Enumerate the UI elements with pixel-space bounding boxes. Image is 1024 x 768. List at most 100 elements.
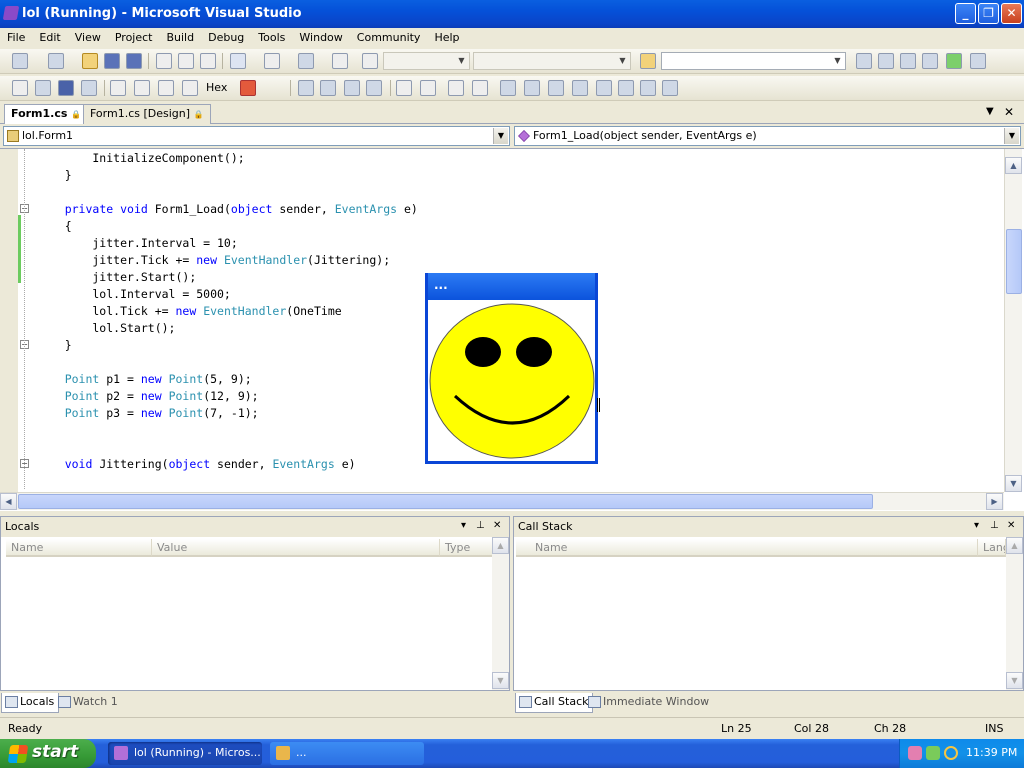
quick-info-icon[interactable] xyxy=(344,80,360,96)
code-line[interactable]: Point p1 = new Point(5, 9); xyxy=(37,371,418,388)
member-combo[interactable]: Form1_Load(object sender, EventArgs e) ▼ xyxy=(514,126,1021,146)
undo-icon[interactable] xyxy=(230,53,246,69)
properties-icon[interactable] xyxy=(878,53,894,69)
tray-network-icon[interactable] xyxy=(926,746,940,760)
code-line[interactable] xyxy=(37,422,418,439)
find-combo[interactable]: ▼ xyxy=(661,52,846,70)
vertical-scroll-thumb[interactable] xyxy=(1006,229,1022,294)
code-line[interactable]: InitializeComponent(); xyxy=(37,150,418,167)
next-bookmark-icon[interactable] xyxy=(548,80,564,96)
scroll-down-icon[interactable]: ▼ xyxy=(1006,672,1023,689)
pane-close-icon[interactable]: ✕ xyxy=(493,520,501,531)
running-form-window[interactable]: ... xyxy=(425,273,598,464)
minimize-button[interactable]: _ xyxy=(955,3,976,24)
restart-icon[interactable] xyxy=(81,80,97,96)
tab-form1-designer[interactable]: Form1.cs [Design] 🔒 xyxy=(83,104,211,124)
find-in-files-icon[interactable] xyxy=(640,53,656,69)
step-into-icon[interactable] xyxy=(134,80,150,96)
object-browser-icon[interactable] xyxy=(900,53,916,69)
solution-platform-combo[interactable]: ▼ xyxy=(473,52,631,70)
editor-vertical-scrollbar[interactable]: ▲ ▼ xyxy=(1004,149,1022,492)
editor-horizontal-scrollbar[interactable]: ◀ ▶ xyxy=(0,492,1004,510)
running-form-caption[interactable]: ... xyxy=(428,273,595,300)
show-next-statement-icon[interactable] xyxy=(110,80,126,96)
step-out-icon[interactable] xyxy=(182,80,198,96)
call-stack-column-name[interactable]: Name xyxy=(530,539,978,557)
code-line[interactable]: jitter.Start(); xyxy=(37,269,418,286)
restore-button[interactable]: ❐ xyxy=(978,3,999,24)
call-stack-column-language[interactable]: Langu xyxy=(978,539,1006,557)
toggle-completion-icon[interactable] xyxy=(298,80,314,96)
solution-explorer-icon[interactable] xyxy=(856,53,872,69)
code-line[interactable] xyxy=(37,354,418,371)
breakpoints-icon[interactable] xyxy=(240,80,256,96)
find-icon[interactable] xyxy=(640,80,656,96)
parameter-info-icon[interactable] xyxy=(320,80,336,96)
menu-community[interactable]: Community xyxy=(350,29,428,46)
scroll-down-icon[interactable]: ▼ xyxy=(1005,475,1022,492)
active-files-dropdown-icon[interactable]: ▼ xyxy=(986,106,994,117)
code-line[interactable]: { xyxy=(37,218,418,235)
cut-icon[interactable] xyxy=(156,53,172,69)
start-page-icon[interactable] xyxy=(946,53,962,69)
pane-close-icon[interactable]: ✕ xyxy=(1007,520,1015,531)
code-line[interactable]: private void Form1_Load(object sender, E… xyxy=(37,201,418,218)
step-over-icon[interactable] xyxy=(158,80,174,96)
menu-tools[interactable]: Tools xyxy=(251,29,292,46)
comment-icon[interactable] xyxy=(448,80,464,96)
close-document-icon[interactable]: ✕ xyxy=(1004,105,1014,119)
code-line[interactable] xyxy=(37,439,418,456)
locals-column-type[interactable]: Type xyxy=(440,539,493,557)
tab-locals[interactable]: Locals xyxy=(1,693,60,713)
code-text[interactable]: InitializeComponent(); } private void Fo… xyxy=(37,150,418,473)
menu-project[interactable]: Project xyxy=(108,29,160,46)
pane-dropdown-icon[interactable]: ▾ xyxy=(461,520,466,531)
bookmark-icon[interactable] xyxy=(500,80,516,96)
scroll-down-icon[interactable]: ▼ xyxy=(492,672,509,689)
code-line[interactable]: } xyxy=(37,337,418,354)
menu-window[interactable]: Window xyxy=(292,29,349,46)
save-all-icon[interactable] xyxy=(126,53,142,69)
decrease-indent-icon[interactable] xyxy=(396,80,412,96)
tab-form1-cs[interactable]: Form1.cs 🔒 xyxy=(4,104,89,125)
save-icon[interactable] xyxy=(104,53,120,69)
taskbar-button-form[interactable]: ... xyxy=(270,742,424,765)
redo-icon[interactable] xyxy=(264,53,280,69)
stop-debugging-icon[interactable] xyxy=(58,80,74,96)
locals-column-name[interactable]: Name xyxy=(6,539,152,557)
tab-call-stack[interactable]: Call Stack xyxy=(515,693,594,713)
editor-gutter[interactable] xyxy=(0,149,18,492)
menu-help[interactable]: Help xyxy=(427,29,466,46)
code-line[interactable]: lol.Interval = 5000; xyxy=(37,286,418,303)
add-item-icon[interactable] xyxy=(48,53,64,69)
copy-icon[interactable] xyxy=(178,53,194,69)
code-line[interactable]: lol.Tick += new EventHandler(OneTime xyxy=(37,303,418,320)
start-button[interactable]: start xyxy=(0,739,96,768)
clear-bookmarks-icon[interactable] xyxy=(618,80,634,96)
horizontal-scroll-thumb[interactable] xyxy=(18,494,873,509)
locals-scrollbar[interactable]: ▲ ▼ xyxy=(492,537,509,690)
next-bookmark-folder-icon[interactable] xyxy=(596,80,612,96)
scroll-right-icon[interactable]: ▶ xyxy=(986,493,1003,510)
tray-search-icon[interactable] xyxy=(944,746,958,760)
menu-build[interactable]: Build xyxy=(159,29,201,46)
scroll-up-icon[interactable]: ▲ xyxy=(492,537,509,554)
menu-debug[interactable]: Debug xyxy=(201,29,251,46)
window-layout-icon[interactable] xyxy=(970,53,986,69)
toolbox-icon[interactable] xyxy=(922,53,938,69)
uncomment-icon[interactable] xyxy=(472,80,488,96)
menu-view[interactable]: View xyxy=(68,29,108,46)
code-line[interactable]: Point p2 = new Point(12, 9); xyxy=(37,388,418,405)
code-line[interactable]: } xyxy=(37,167,418,184)
paste-icon[interactable] xyxy=(200,53,216,69)
code-line[interactable]: jitter.Interval = 10; xyxy=(37,235,418,252)
code-line[interactable]: jitter.Tick += new EventHandler(Jitterin… xyxy=(37,252,418,269)
clock[interactable]: 11:39 PM xyxy=(966,746,1017,759)
title-bar[interactable]: lol (Running) - Microsoft Visual Studio … xyxy=(0,0,1024,28)
scroll-left-icon[interactable]: ◀ xyxy=(0,493,17,510)
tab-immediate-window[interactable]: Immediate Window xyxy=(585,693,713,713)
call-stack-scrollbar[interactable]: ▲ ▼ xyxy=(1006,537,1023,690)
locals-column-value[interactable]: Value xyxy=(152,539,440,557)
menu-edit[interactable]: Edit xyxy=(32,29,67,46)
solution-configuration-combo[interactable]: ▼ xyxy=(383,52,470,70)
